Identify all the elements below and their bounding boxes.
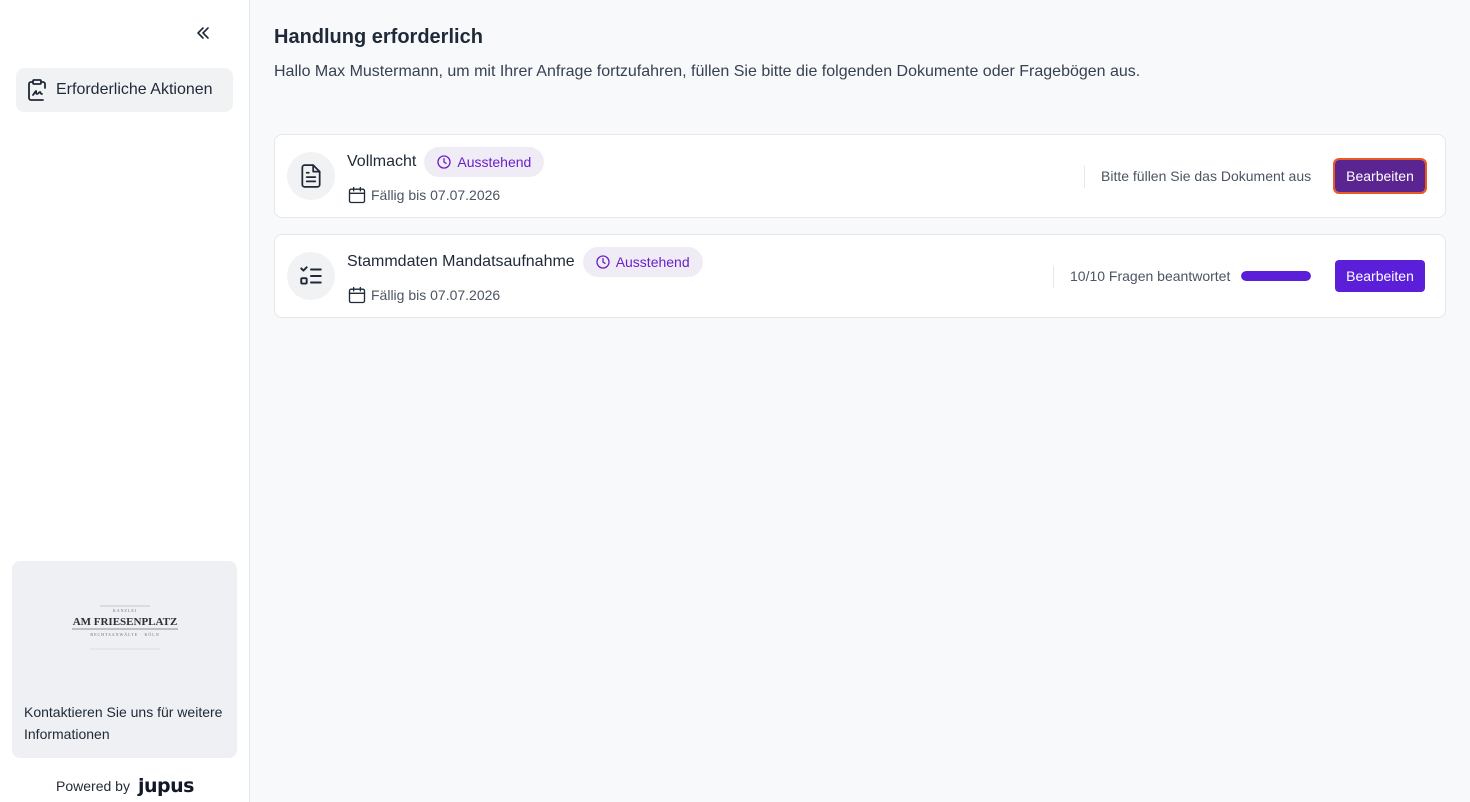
powered-by-label: Powered by <box>56 778 130 794</box>
double-chevron-left-icon <box>197 27 209 39</box>
page-subtitle: Hallo Max Mustermann, um mit Ihrer Anfra… <box>274 63 1141 80</box>
clock-icon <box>596 255 610 269</box>
edit-button[interactable]: Bearbeiten <box>1333 158 1427 194</box>
calendar-icon <box>348 286 366 304</box>
firm-logo: KANZLEI AM FRIESENPLATZ RECHTSANWÄLTE · … <box>12 597 237 657</box>
progress-bar <box>1241 271 1311 281</box>
status-badge: Ausstehend <box>424 147 545 177</box>
status-label: Ausstehend <box>457 154 532 170</box>
edit-button[interactable]: Bearbeiten <box>1335 260 1425 292</box>
due-date: Fällig bis 07.07.2026 <box>371 287 501 303</box>
sidebar: Erforderliche Aktionen KANZLEI AM FRIESE… <box>0 0 250 802</box>
svg-text:RECHTSANWÄLTE · KÖLN: RECHTSANWÄLTE · KÖLN <box>90 632 159 637</box>
sidebar-item-label: Erforderliche Aktionen <box>56 81 213 98</box>
document-icon <box>287 152 335 200</box>
jupus-logo[interactable]: jupus <box>138 775 194 797</box>
action-card-vollmacht: Vollmacht Ausstehend Fällig bis 07.07.20… <box>274 134 1446 218</box>
clipboard-signature-icon <box>25 78 49 102</box>
checklist-icon <box>287 252 335 300</box>
divider <box>1053 266 1054 288</box>
collapse-sidebar-button[interactable] <box>190 20 216 46</box>
item-info: Bitte füllen Sie das Dokument aus <box>1101 168 1312 184</box>
status-badge: Ausstehend <box>582 247 703 277</box>
divider <box>1084 166 1085 188</box>
action-card-stammdaten: Stammdaten Mandatsaufnahme Ausstehend Fä… <box>274 234 1446 318</box>
progress-fill <box>1241 271 1311 281</box>
item-info: 10/10 Fragen beantwortet <box>1070 268 1231 284</box>
page-title: Handlung erforderlich <box>274 26 483 48</box>
svg-text:KANZLEI: KANZLEI <box>112 608 136 613</box>
due-date: Fällig bis 07.07.2026 <box>371 187 501 203</box>
item-title: Stammdaten Mandatsaufnahme <box>347 253 575 270</box>
sidebar-item-erforderliche-aktionen[interactable]: Erforderliche Aktionen <box>16 68 233 112</box>
main-content: Handlung erforderlich Hallo Max Musterma… <box>250 0 1470 802</box>
item-title: Vollmacht <box>347 153 417 170</box>
powered-by: Powered by jupus <box>0 774 250 798</box>
contact-text: Kontaktieren Sie uns für weitere Informa… <box>24 704 223 742</box>
clock-icon <box>437 155 452 169</box>
calendar-icon <box>348 186 366 204</box>
status-label: Ausstehend <box>615 254 690 270</box>
svg-text:AM FRIESENPLATZ: AM FRIESENPLATZ <box>72 616 177 628</box>
contact-card: KANZLEI AM FRIESENPLATZ RECHTSANWÄLTE · … <box>12 561 237 758</box>
